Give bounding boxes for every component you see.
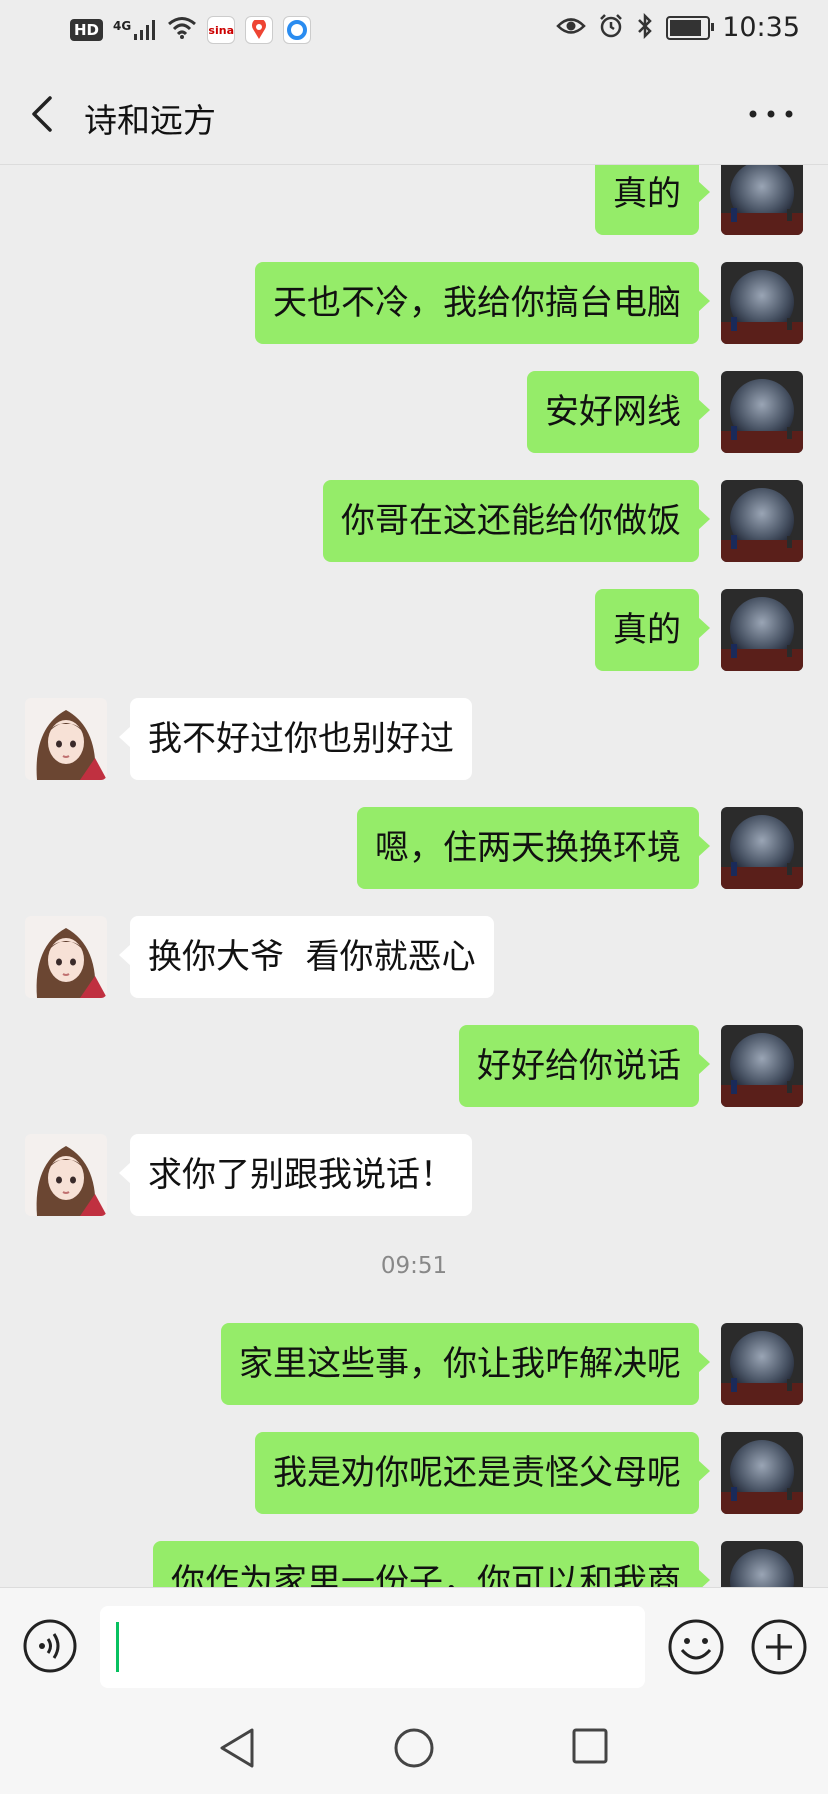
text-cursor — [116, 1622, 119, 1672]
message-row: 真的 — [0, 165, 828, 262]
message-bubble[interactable]: 真的 — [595, 589, 710, 671]
message-row: 真的 — [0, 589, 828, 698]
plus-circle-icon — [751, 1619, 807, 1675]
eye-icon — [556, 15, 586, 41]
status-bar: HD 4G sina 10:35 — [0, 0, 828, 64]
contact-avatar[interactable] — [25, 916, 107, 998]
message-row: 家里这些事，你让我咋解决呢 — [0, 1323, 828, 1432]
alarm-icon — [598, 13, 624, 43]
nav-back-button[interactable] — [216, 1726, 260, 1770]
chat-title: 诗和远方 — [84, 101, 216, 140]
status-right: 10:35 — [556, 12, 800, 43]
more-button[interactable] — [744, 94, 798, 134]
emoji-icon — [668, 1619, 724, 1675]
status-left: HD 4G sina — [70, 16, 312, 44]
chat-header: 诗和远方 — [0, 64, 828, 165]
message-bubble[interactable]: 我是劝你呢还是责怪父母呢 — [255, 1432, 710, 1514]
message-row: 好好给你说话 — [0, 1025, 828, 1134]
message-bubble[interactable]: 嗯，住两天换换环境 — [357, 807, 710, 889]
message-input[interactable] — [100, 1606, 645, 1688]
message-bubble[interactable]: 你哥在这还能给你做饭 — [323, 480, 710, 562]
message-bubble[interactable]: 我不好过你也别好过 — [119, 698, 472, 780]
nav-home-icon — [394, 1728, 434, 1768]
nav-recent-icon — [572, 1728, 608, 1764]
voice-icon — [23, 1619, 77, 1673]
baidu-map-icon — [245, 16, 274, 44]
input-bar — [0, 1587, 828, 1703]
bluetooth-icon — [636, 12, 654, 43]
wifi-icon — [167, 16, 197, 44]
hd-icon: HD — [70, 19, 104, 41]
chevron-left-icon — [32, 96, 52, 132]
my-avatar[interactable] — [721, 165, 803, 235]
my-avatar[interactable] — [721, 1541, 803, 1587]
more-horizontal-icon — [749, 110, 793, 118]
message-row: 求你了别跟我说话！ — [0, 1134, 828, 1243]
message-row: 我是劝你呢还是责怪父母呢 — [0, 1432, 828, 1541]
message-bubble[interactable]: 天也不冷，我给你搞台电脑 — [255, 262, 710, 344]
contact-avatar[interactable] — [25, 1134, 107, 1216]
status-time: 10:35 — [722, 12, 800, 43]
nav-recent-button[interactable] — [570, 1726, 610, 1766]
my-avatar[interactable] — [721, 807, 803, 889]
my-avatar[interactable] — [721, 1323, 803, 1405]
timestamp: 09:51 — [380, 1253, 448, 1279]
message-bubble[interactable]: 家里这些事，你让我咋解决呢 — [221, 1323, 710, 1405]
sina-app-icon: sina — [207, 16, 236, 44]
timestamp-row: 09:51 — [0, 1243, 828, 1323]
message-row: 我不好过你也别好过 — [0, 698, 828, 807]
my-avatar[interactable] — [721, 262, 803, 344]
message-bubble[interactable]: 安好网线 — [527, 371, 710, 453]
battery-level — [670, 19, 702, 36]
message-row: 换你大爷 看你就恶心 — [0, 916, 828, 1025]
contact-avatar[interactable] — [25, 698, 107, 780]
message-row: 嗯，住两天换换环境 — [0, 807, 828, 916]
nav-home-button[interactable] — [392, 1726, 436, 1770]
message-bubble[interactable]: 好好给你说话 — [459, 1025, 710, 1107]
message-bubble[interactable]: 真的 — [595, 165, 710, 235]
system-nav-bar — [0, 1702, 828, 1794]
back-button[interactable] — [22, 92, 66, 136]
browser-icon — [283, 16, 312, 44]
my-avatar[interactable] — [721, 589, 803, 671]
my-avatar[interactable] — [721, 1025, 803, 1107]
my-avatar[interactable] — [721, 480, 803, 562]
network-type: 4G — [113, 19, 132, 33]
signal-icon: 4G — [113, 19, 157, 41]
message-bubble[interactable]: 求你了别跟我说话！ — [119, 1134, 472, 1216]
plus-button[interactable] — [750, 1618, 808, 1676]
message-bubble[interactable]: 你作为家里一份子，你可以和我商 — [153, 1541, 710, 1587]
my-avatar[interactable] — [721, 1432, 803, 1514]
message-row: 你作为家里一份子，你可以和我商 — [0, 1541, 828, 1587]
emoji-button[interactable] — [667, 1618, 725, 1676]
message-row: 你哥在这还能给你做饭 — [0, 480, 828, 589]
message-bubble[interactable]: 换你大爷 看你就恶心 — [119, 916, 494, 998]
battery-icon — [666, 15, 715, 40]
my-avatar[interactable] — [721, 371, 803, 453]
message-list[interactable]: 真的 天也不冷，我给你搞台电脑 安好网线 你哥在这还能给你做饭 真的 我不好过你… — [0, 165, 828, 1587]
message-row: 安好网线 — [0, 371, 828, 480]
voice-button[interactable] — [22, 1618, 78, 1674]
message-row: 天也不冷，我给你搞台电脑 — [0, 262, 828, 371]
nav-back-icon — [220, 1728, 254, 1768]
